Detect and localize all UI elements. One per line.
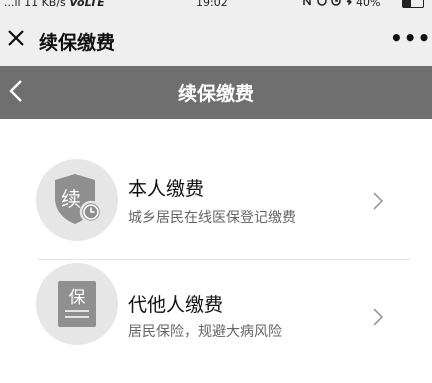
more-options-icon[interactable]: ••• [390,26,431,50]
pay-for-others-item[interactable]: 保 代他人缴费 居民保险，规避大病风险 [0,263,432,383]
insurance-char: 保 [69,288,86,308]
chevron-right-icon [373,308,384,326]
item-description: 居民保险，规避大病风险 [128,324,282,340]
nfc-icon [303,0,311,6]
network-indicator: ...ıl 11 KB/s VoLTE [4,0,105,9]
clock-icon [331,0,341,6]
alarm-icon [317,0,327,6]
title-bar: 续保缴费 ••• [0,14,432,66]
item-title: 代他人缴费 [128,294,224,316]
nav-bar: 续保缴费 [0,66,432,119]
renew-char: 续 [61,187,81,211]
status-bar: ...ıl 11 KB/s VoLTE 19:02 40% [0,0,432,14]
nav-title: 续保缴费 [177,83,254,105]
battery-percent: 40% [356,0,381,9]
status-time: 19:02 [196,0,228,9]
item-description: 城乡居民在线医保登记缴费 [128,210,296,226]
insurance-document-icon: 保 [36,263,118,345]
chevron-right-icon [373,192,384,210]
close-icon[interactable] [6,28,26,48]
self-payment-item[interactable]: 续 本人缴费 城乡居民在线医保登记缴费 [0,147,432,265]
renew-shield-clock-icon: 续 [36,159,118,241]
item-title: 本人缴费 [128,178,205,200]
divider [38,259,410,260]
battery-icon [402,0,424,8]
bluetooth-icon [346,0,352,6]
volte-label: VoLTE [69,0,105,9]
page-title: 续保缴费 [39,32,116,54]
